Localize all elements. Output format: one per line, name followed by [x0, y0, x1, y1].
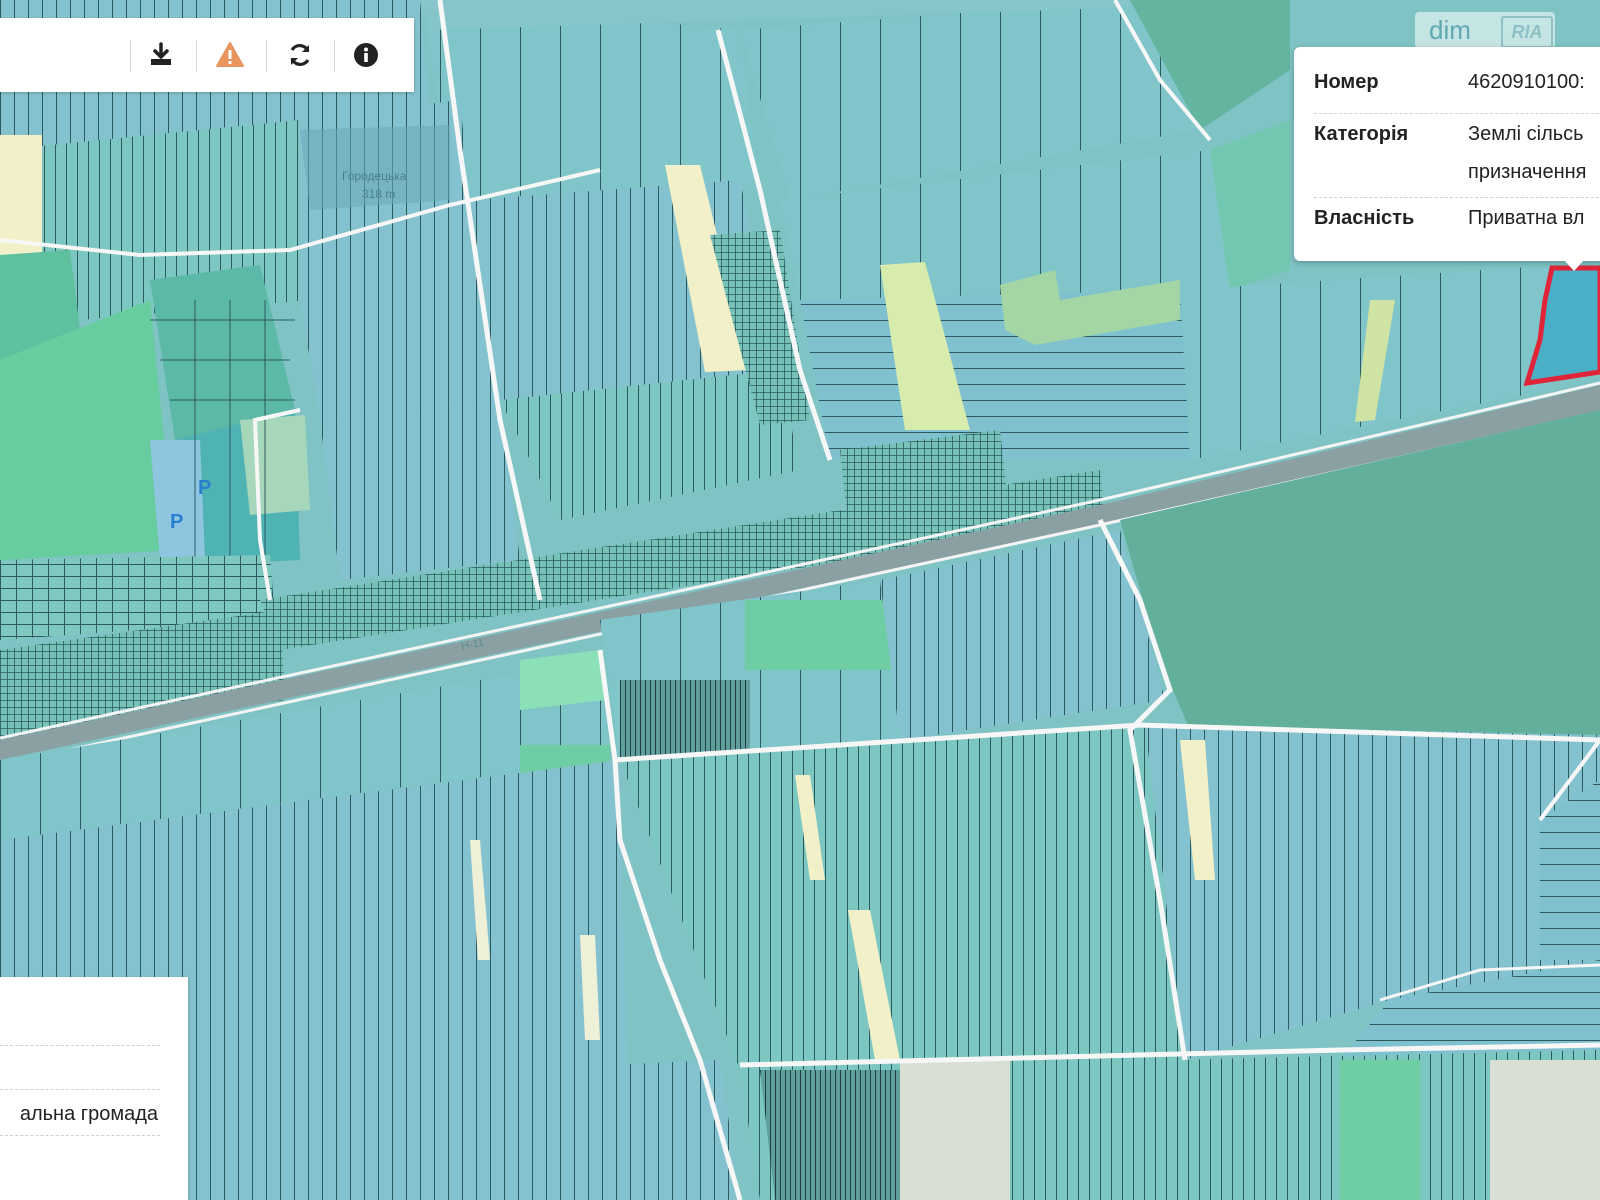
parking-label-2: P: [198, 477, 211, 499]
panel-separator: [0, 1089, 160, 1090]
refresh-icon: [290, 44, 310, 66]
dimria-watermark: dim RIA: [1415, 12, 1555, 48]
popup-pointer: [1563, 259, 1585, 271]
popup-label-number: Номер: [1314, 71, 1379, 93]
refresh-button[interactable]: [280, 35, 320, 75]
popup-row-ownership: Власність Приватна вл: [1314, 197, 1600, 243]
download-icon: [151, 42, 171, 65]
report-issue-button[interactable]: [210, 35, 250, 75]
warning-icon: [216, 42, 244, 67]
light-strip-left: [0, 135, 42, 255]
toolbar-separator: [334, 40, 335, 72]
popup-value-number: 4620910100:: [1468, 71, 1585, 93]
toolbar-separator: [196, 40, 197, 72]
download-button[interactable]: [141, 35, 181, 75]
map-toolbar: [0, 18, 414, 92]
parcels-west-green[interactable]: [0, 250, 310, 640]
watermark-ria: RIA: [1501, 16, 1553, 48]
parcel-details-panel: альна громада: [0, 977, 188, 1200]
popup-label-ownership: Власність: [1314, 207, 1415, 229]
popup-row-number: Номер 4620910100:: [1314, 67, 1600, 114]
popup-row-category: Категорія Землі сільсь призначення: [1314, 113, 1600, 198]
watermark-dim: dim: [1429, 15, 1471, 45]
panel-separator: [0, 1135, 160, 1136]
parcel-info-popup: Номер 4620910100: Категорія Землі сільсь…: [1294, 47, 1600, 261]
toolbar-separator: [130, 40, 131, 72]
toolbar-separator: [266, 40, 267, 72]
popup-value-category-line2: призначення: [1468, 161, 1587, 183]
panel-separator: [0, 1045, 160, 1046]
info-icon: [354, 43, 378, 67]
popup-value-ownership: Приватна вл: [1468, 207, 1585, 229]
parking-label-1: P: [170, 511, 183, 533]
popup-label-category: Категорія: [1314, 123, 1409, 145]
info-button[interactable]: [346, 35, 386, 75]
water-label: Городецька: [342, 169, 407, 183]
water-height-label: 318 m: [362, 187, 395, 201]
popup-value-category: Землі сільсь: [1468, 123, 1584, 145]
panel-community-text: альна громада: [19, 1103, 158, 1125]
